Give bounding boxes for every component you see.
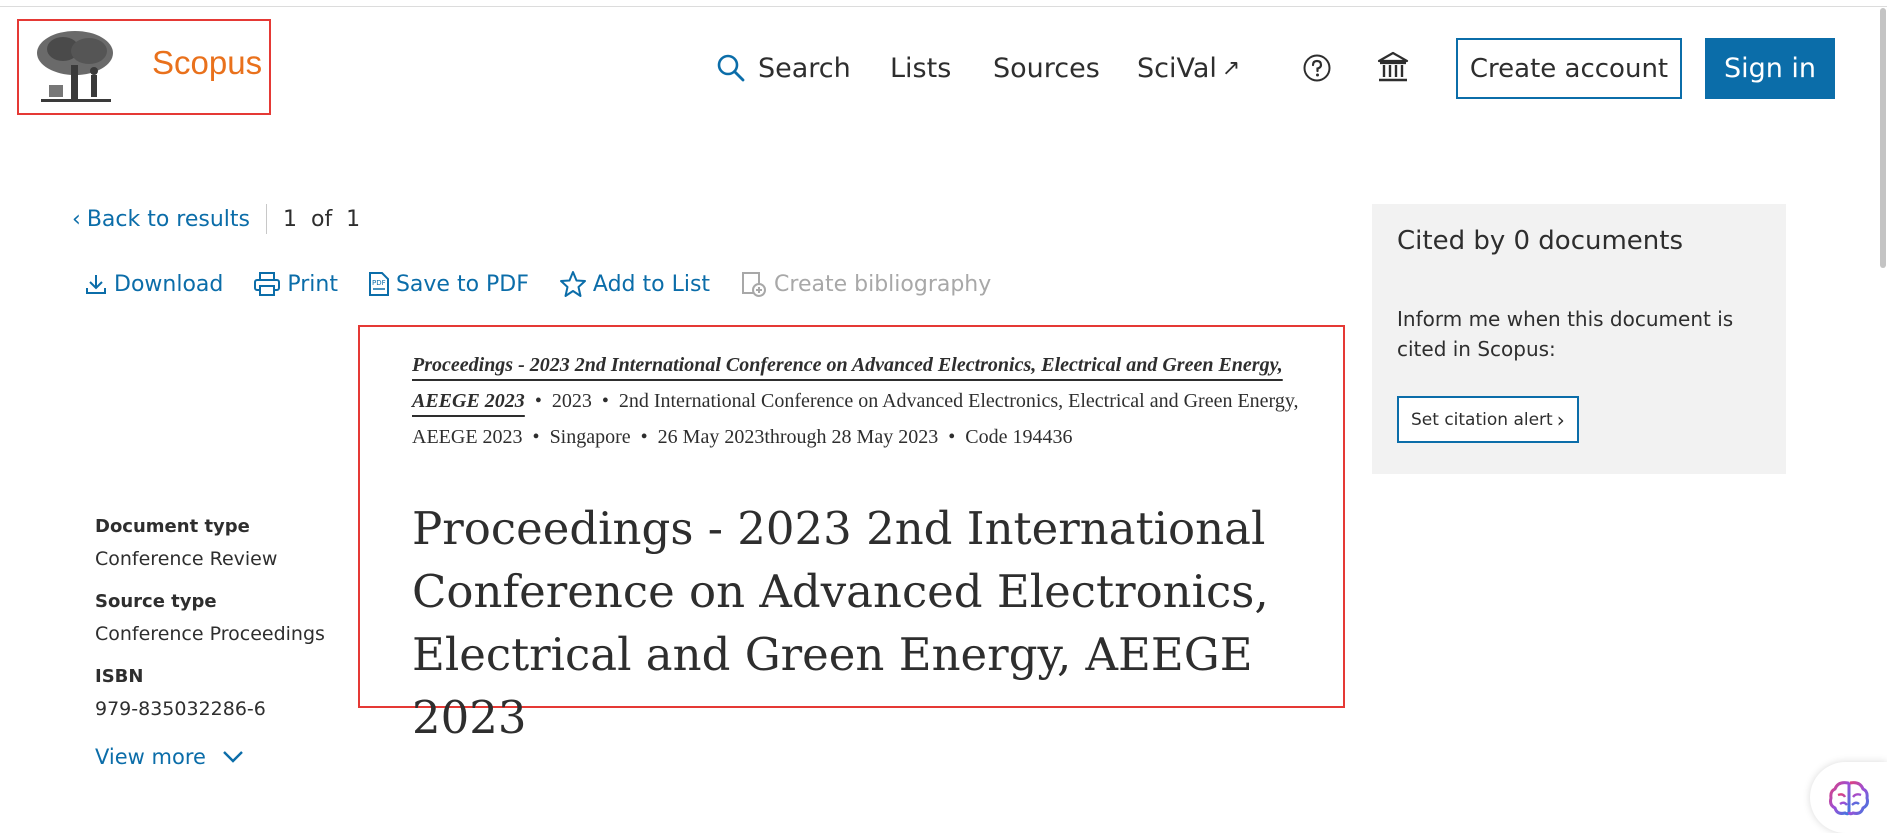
bullet: •	[532, 426, 540, 448]
source-type-label: Source type	[95, 591, 217, 612]
bullet: •	[534, 390, 542, 412]
bibliography-icon	[742, 272, 767, 297]
add-to-list-button[interactable]: Add to List	[559, 270, 710, 298]
create-bibliography-label: Create bibliography	[774, 271, 992, 297]
cited-by-panel: Cited by 0 documents Inform me when this…	[1372, 204, 1786, 474]
back-to-results-link[interactable]: ‹ Back to results	[72, 207, 250, 232]
logo-text: Scopus	[152, 44, 263, 81]
create-bibliography-button[interactable]: Create bibliography	[740, 270, 991, 298]
top-rule	[0, 0, 1887, 7]
add-to-list-label: Add to List	[592, 271, 711, 297]
nav-search[interactable]: Search	[716, 48, 851, 88]
assistant-brain-icon	[1828, 780, 1869, 815]
result-pager: 1 of 1	[283, 206, 361, 232]
assistant-button[interactable]	[1810, 762, 1887, 833]
star-icon	[559, 271, 586, 297]
print-icon	[254, 272, 281, 296]
source-type-value: Conference Proceedings	[95, 623, 325, 645]
chevron-left-icon: ‹	[72, 206, 81, 232]
isbn-label: ISBN	[95, 666, 144, 687]
save-to-pdf-label: Save to PDF	[395, 271, 529, 297]
conference-location: Singapore	[549, 426, 631, 448]
help-icon[interactable]	[1302, 53, 1332, 83]
svg-text:PDF: PDF	[372, 279, 386, 287]
divider	[266, 204, 267, 234]
conference-dates: 26 May 2023through 28 May 2023	[657, 426, 939, 448]
nav-sources[interactable]: Sources	[993, 48, 1100, 88]
external-link-icon: ↗	[1221, 55, 1241, 81]
conference-code: Code 194436	[965, 426, 1073, 448]
document-type-label: Document type	[95, 516, 250, 537]
document-type-value: Conference Review	[95, 548, 278, 570]
view-more-link[interactable]: View more	[95, 745, 244, 769]
isbn-value: 979-835032286-6	[95, 698, 266, 720]
print-label: Print	[287, 271, 338, 297]
nav-lists[interactable]: Lists	[890, 48, 951, 88]
bullet: •	[601, 390, 609, 412]
bullet: •	[640, 426, 648, 448]
create-account-button[interactable]: Create account	[1456, 38, 1682, 99]
set-citation-alert-label: Set citation alert	[1411, 409, 1553, 430]
print-button[interactable]: Print	[253, 271, 338, 297]
document-title: Proceedings - 2023 2nd International Con…	[412, 502, 1269, 744]
results-navigation: ‹ Back to results 1 of 1	[72, 204, 360, 234]
download-label: Download	[114, 271, 224, 297]
chevron-down-icon	[223, 751, 243, 763]
cited-by-title: Cited by 0 documents	[1397, 226, 1684, 256]
view-more-label: View more	[95, 745, 206, 769]
document-actions: Download Print PDF Save to PDF Add to Li…	[84, 267, 1021, 301]
source-info: Proceedings - 2023 2nd International Con…	[412, 347, 1312, 455]
tree-logo-icon	[37, 31, 113, 102]
save-to-pdf-button[interactable]: PDF Save to PDF	[368, 271, 529, 297]
nav-scival-label: SciVal	[1137, 52, 1217, 84]
scopus-logo-link[interactable]: Scopus	[17, 19, 271, 115]
download-button[interactable]: Download	[84, 272, 223, 297]
pdf-icon: PDF	[368, 272, 389, 296]
nav-scival[interactable]: SciVal ↗	[1137, 48, 1240, 88]
institution-icon[interactable]	[1376, 50, 1410, 84]
chevron-right-icon: ›	[1556, 407, 1565, 432]
search-icon	[717, 54, 745, 82]
sign-in-button[interactable]: Sign in	[1705, 38, 1835, 99]
nav-search-label: Search	[758, 52, 851, 84]
source-year: 2023	[551, 390, 592, 412]
citation-alert-text: Inform me when this document is cited in…	[1397, 307, 1734, 361]
back-to-results-label: Back to results	[86, 206, 250, 232]
download-icon	[86, 275, 106, 294]
set-citation-alert-button[interactable]: Set citation alert ›	[1397, 396, 1579, 443]
document-header: Proceedings - 2023 2nd International Con…	[358, 325, 1345, 744]
bullet: •	[948, 426, 956, 448]
scrollbar[interactable]	[1880, 8, 1886, 268]
